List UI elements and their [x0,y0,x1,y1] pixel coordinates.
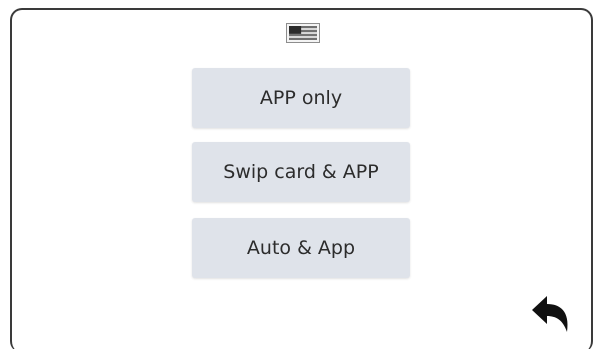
back-button[interactable] [528,290,574,336]
app-only-button[interactable]: APP only [192,68,410,128]
back-arrow-icon [532,296,568,332]
swip-card-and-app-button[interactable]: Swip card & APP [192,142,410,202]
auto-and-app-button[interactable]: Auto & App [192,218,410,278]
us-flag-icon[interactable] [286,23,320,43]
